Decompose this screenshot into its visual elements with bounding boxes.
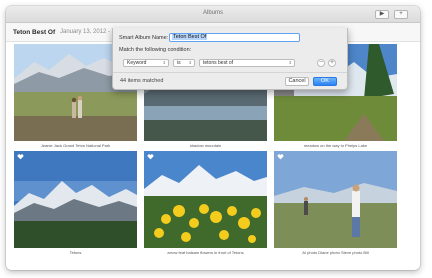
photo-caption: AI photo Diane photo Steve photo Bill [302, 250, 369, 255]
add-button[interactable]: + [394, 10, 408, 19]
field-popup-value: Keyword [127, 60, 147, 66]
value-popup[interactable]: tetons best of ⇕ [199, 59, 295, 67]
heart-icon[interactable] [17, 154, 24, 160]
albums-window: Albums ▶ + Teton Best Of January 13, 201… [6, 6, 420, 270]
photo-caption: Tetons [69, 250, 82, 255]
remove-rule-button[interactable]: − [317, 59, 325, 67]
photo-balsam-flowers [144, 151, 267, 248]
photo-tetons [14, 151, 137, 248]
play-slideshow-button[interactable]: ▶ [375, 10, 389, 19]
minus-icon: − [318, 59, 324, 66]
title-bar: Albums ▶ + [6, 6, 420, 23]
album-name-field[interactable]: Teton Best Of [169, 33, 300, 42]
plus-icon: + [329, 59, 335, 66]
play-icon: ▶ [379, 11, 385, 17]
updown-arrows-icon: ⇕ [188, 60, 192, 65]
photo-tile[interactable] [274, 151, 397, 248]
photo-tile[interactable] [14, 151, 137, 248]
items-matched-count: 44 items matched [120, 78, 164, 84]
add-rule-button[interactable]: + [328, 59, 336, 67]
operator-popup[interactable]: is ⇕ [173, 59, 195, 67]
album-title: Teton Best Of [13, 29, 56, 36]
heart-icon[interactable] [147, 154, 154, 160]
updown-arrows-icon: ⇕ [162, 60, 166, 65]
photo-photographers [274, 151, 397, 248]
smart-album-sheet: Smart Album Name: Teton Best Of Match th… [112, 28, 348, 90]
value-popup-value: tetons best of [203, 60, 234, 66]
condition-label: Match the following condition: [119, 47, 192, 53]
cancel-button[interactable]: Cancel [285, 77, 309, 86]
field-popup[interactable]: Keyword ⇕ [123, 59, 169, 67]
updown-arrows-icon: ⇕ [288, 60, 292, 65]
photo-tile[interactable] [144, 151, 267, 248]
plus-icon: + [399, 11, 403, 17]
album-name-label: Smart Album Name: [119, 35, 169, 41]
photo-caption: meadow on the way to Phelps Lake [303, 143, 368, 148]
window-title: Albums [202, 10, 223, 16]
heart-icon[interactable] [277, 154, 284, 160]
operator-popup-value: is [177, 60, 181, 66]
sheet-divider [113, 72, 347, 73]
photo-caption: Jeanie Jack Grand Teton National Park [40, 143, 111, 148]
ok-button[interactable]: OK [313, 77, 337, 86]
photo-caption: shadow mountain [189, 143, 222, 148]
album-name-value: Teton Best Of [172, 34, 208, 40]
photo-caption: arrow feaf balsam flowers in front of Te… [167, 250, 244, 255]
